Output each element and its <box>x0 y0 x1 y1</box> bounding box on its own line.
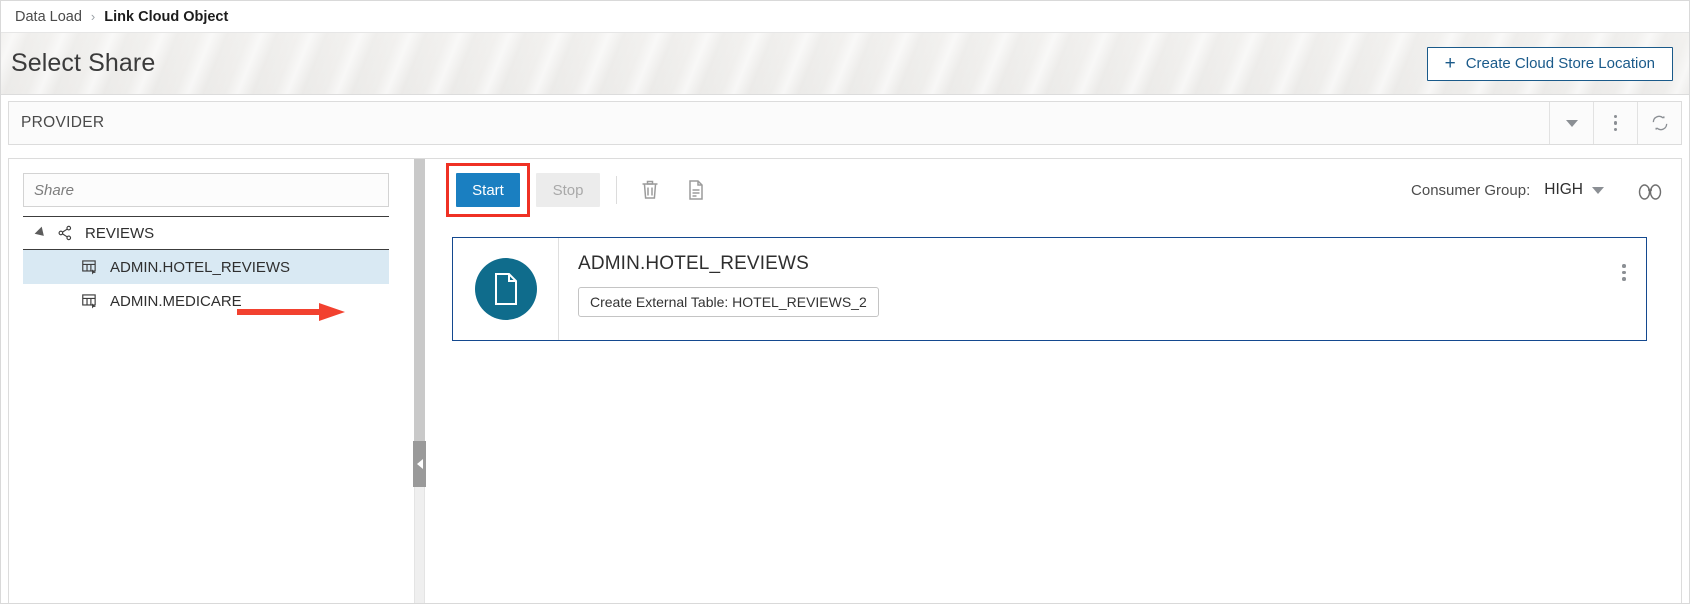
consumer-group-value: HIGH <box>1544 181 1583 198</box>
file-document-icon <box>474 258 537 320</box>
splitter-thumb[interactable] <box>414 159 425 441</box>
table-link-icon <box>82 293 96 308</box>
plus-icon: + <box>1444 53 1456 74</box>
tree-item-label: ADMIN.HOTEL_REVIEWS <box>110 258 291 276</box>
create-cloud-store-location-button[interactable]: + Create Cloud Store Location <box>1426 46 1673 81</box>
breadcrumb: Data Load › Link Cloud Object <box>1 1 1689 33</box>
create-cloud-store-location-label: Create Cloud Store Location <box>1465 55 1655 72</box>
provider-dropdown-button[interactable] <box>1549 102 1593 144</box>
provider-refresh-button[interactable] <box>1637 102 1681 144</box>
job-toolbar: Start Stop Consumer Group: HIGH <box>430 159 1681 221</box>
delete-button[interactable] <box>631 173 669 207</box>
tree-item-admin-hotel-reviews[interactable]: ADMIN.HOTEL_REVIEWS <box>23 250 389 284</box>
job-card-body: ADMIN.HOTEL_REVIEWS Create External Tabl… <box>559 238 1602 340</box>
data-load-link-cloud-object-screen: Data Load › Link Cloud Object Select Sha… <box>0 0 1690 604</box>
panel-splitter[interactable] <box>408 158 430 603</box>
content-split: REVIEWS ADMIN.HOTEL_REVIEWS ADMIN.MEDICA… <box>8 158 1682 603</box>
breadcrumb-separator-icon: › <box>90 9 96 24</box>
share-tree: REVIEWS ADMIN.HOTEL_REVIEWS ADMIN.MEDICA… <box>23 216 389 318</box>
breadcrumb-item-data-load[interactable]: Data Load <box>15 9 82 25</box>
tree-item-admin-medicare[interactable]: ADMIN.MEDICARE <box>23 284 389 318</box>
tree-item-reviews[interactable]: REVIEWS <box>23 216 389 250</box>
consumer-group-select[interactable]: HIGH <box>1544 181 1604 199</box>
tree-item-label: ADMIN.MEDICARE <box>110 292 242 310</box>
preview-button[interactable] <box>677 173 715 207</box>
chevron-down-icon <box>1565 119 1578 127</box>
refresh-icon <box>1652 115 1667 131</box>
page-title: Select Share <box>11 49 156 77</box>
start-button[interactable]: Start <box>456 173 520 207</box>
collapse-left-icon[interactable] <box>413 441 426 487</box>
inspect-button[interactable] <box>1637 180 1663 200</box>
share-browser-panel: REVIEWS ADMIN.HOTEL_REVIEWS ADMIN.MEDICA… <box>8 158 408 603</box>
provider-select-bar[interactable]: PROVIDER <box>8 101 1682 145</box>
job-card[interactable]: ADMIN.HOTEL_REVIEWS Create External Tabl… <box>452 237 1647 341</box>
triangle-expanded-icon[interactable] <box>34 226 48 240</box>
page-header: Select Share + Create Cloud Store Locati… <box>1 33 1689 95</box>
binoculars-icon <box>1638 184 1662 200</box>
tree-item-label: REVIEWS <box>85 224 155 242</box>
start-button-highlight: Start <box>446 163 530 217</box>
document-icon <box>689 180 703 200</box>
vertical-dots-icon <box>1613 114 1618 132</box>
share-search-input[interactable] <box>23 173 389 207</box>
provider-more-menu-button[interactable] <box>1593 102 1637 144</box>
toolbar-divider <box>616 176 617 204</box>
job-panel: Start Stop Consumer Group: HIGH ADMIN.HO… <box>430 158 1682 603</box>
job-card-menu-button[interactable] <box>1602 238 1646 340</box>
vertical-dots-icon <box>1622 264 1626 281</box>
share-network-icon <box>58 225 72 241</box>
table-link-icon <box>82 259 96 274</box>
job-card-icon-cell <box>453 238 559 340</box>
create-external-table-chip[interactable]: Create External Table: HOTEL_REVIEWS_2 <box>578 287 879 317</box>
consumer-group-label: Consumer Group: <box>1411 181 1531 199</box>
trash-icon <box>642 180 658 199</box>
breadcrumb-item-current: Link Cloud Object <box>104 8 229 25</box>
provider-label: PROVIDER <box>21 114 105 131</box>
chevron-down-icon <box>1592 186 1604 194</box>
stop-button[interactable]: Stop <box>536 173 600 207</box>
job-card-title: ADMIN.HOTEL_REVIEWS <box>578 253 809 274</box>
